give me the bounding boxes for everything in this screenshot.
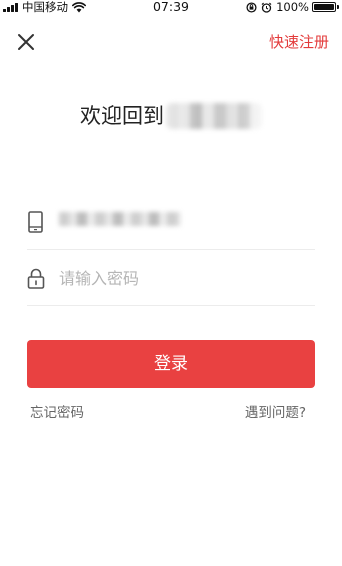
- lock-icon: [27, 268, 45, 289]
- phone-icon: [28, 211, 43, 233]
- battery-percent: 100%: [276, 0, 309, 14]
- blurred-app-name: [166, 103, 262, 129]
- close-button[interactable]: [14, 30, 38, 54]
- status-right: 100%: [246, 0, 339, 14]
- welcome-text: 欢迎回到: [80, 104, 164, 128]
- forgot-password-link[interactable]: 忘记密码: [30, 403, 84, 423]
- status-bar: 中国移动 07:39 100%: [0, 0, 342, 14]
- alarm-icon: [261, 2, 272, 13]
- close-icon: [18, 34, 34, 50]
- password-field[interactable]: [27, 252, 315, 306]
- help-problem-link[interactable]: 遇到问题?: [245, 403, 306, 423]
- login-button[interactable]: 登录: [27, 340, 315, 388]
- battery-tip: [337, 5, 339, 9]
- password-input[interactable]: [59, 266, 299, 290]
- battery-icon: [312, 2, 336, 12]
- phone-field[interactable]: [27, 196, 315, 250]
- phone-number-blurred: [59, 212, 181, 226]
- welcome-title: 欢迎回到: [80, 102, 262, 130]
- quick-register-link[interactable]: 快速注册: [269, 31, 329, 53]
- rotation-lock-icon: [246, 1, 257, 13]
